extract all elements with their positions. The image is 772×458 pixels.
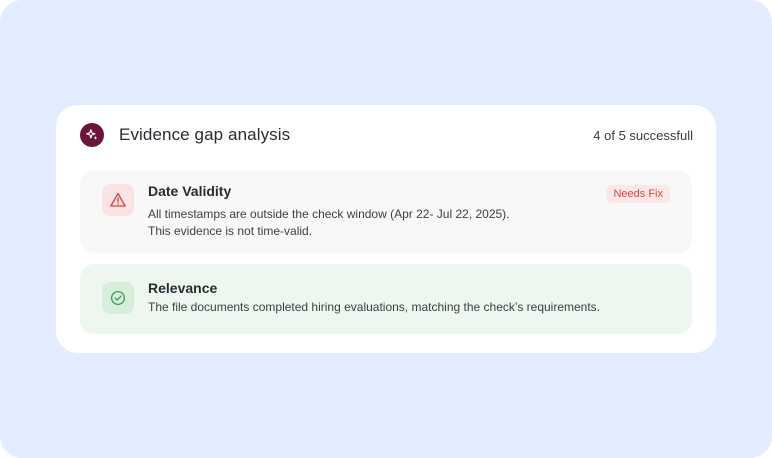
needs-fix-badge: Needs Fix	[606, 185, 670, 203]
check-item-relevance[interactable]: Relevance The file documents completed h…	[80, 264, 692, 334]
page-background: Evidence gap analysis 4 of 5 successfull…	[0, 0, 772, 458]
check-title: Date Validity	[148, 183, 232, 199]
warning-triangle-icon	[102, 184, 134, 216]
description-line: All timestamps are outside the check win…	[148, 207, 510, 221]
description-line: This evidence is not time-valid.	[148, 224, 313, 238]
check-title: Relevance	[148, 280, 218, 296]
check-circle-icon	[102, 282, 134, 314]
success-summary: 4 of 5 successfull	[593, 128, 693, 143]
card-header: Evidence gap analysis 4 of 5 successfull	[80, 123, 693, 147]
check-description: All timestamps are outside the check win…	[148, 206, 652, 240]
description-line: The file documents completed hiring eval…	[148, 300, 601, 314]
check-description: The file documents completed hiring eval…	[148, 299, 652, 316]
panel-title: Evidence gap analysis	[119, 125, 291, 144]
evidence-gap-analysis-card: Evidence gap analysis 4 of 5 successfull…	[56, 105, 716, 353]
check-item-date-validity[interactable]: Date Validity Needs Fix All timestamps a…	[80, 170, 692, 253]
sparkle-icon	[80, 123, 104, 147]
